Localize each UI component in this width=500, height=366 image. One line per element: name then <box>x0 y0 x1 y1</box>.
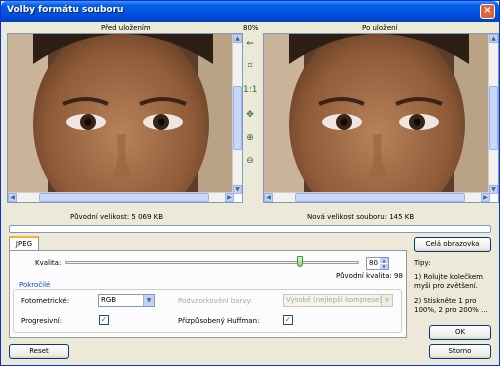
after-label: Po uložení <box>362 24 398 32</box>
cancel-button[interactable]: Storno <box>429 344 491 359</box>
subsampling-value: Vysoké (nejlepší komprese) <box>286 296 383 304</box>
photometric-select[interactable]: RGB ▼ <box>98 294 155 307</box>
vertical-scroll-thumb[interactable] <box>233 86 242 150</box>
quality-spinbox[interactable]: 80 ▲ ▼ <box>366 257 389 270</box>
fit-to-window-icon[interactable]: ⌗ <box>243 59 257 73</box>
arrow-left-icon[interactable]: ⇐ <box>243 37 257 51</box>
actual-size-icon[interactable]: 1:1 <box>243 83 257 97</box>
spin-down-icon[interactable]: ▼ <box>380 264 388 269</box>
original-size-text: Původní velikost: 5 069 KB <box>70 213 164 221</box>
after-vertical-scrollbar[interactable]: ▲ ▼ <box>488 34 498 194</box>
huffman-label: Přizpůsobený Huffman: <box>178 317 260 325</box>
tips-title: Tipy: <box>414 259 431 267</box>
before-image <box>8 34 234 194</box>
scroll-left-icon[interactable]: ◀ <box>8 193 17 202</box>
tip-2: 2) Stiskněte 1 pro 100%, 2 pro 200% ... <box>414 297 488 314</box>
original-quality-text: Původní kvalita: 98 <box>336 272 403 280</box>
fullscreen-button[interactable]: Celá obrazovka <box>414 237 491 252</box>
scroll-up-icon[interactable]: ▲ <box>489 34 498 43</box>
chevron-down-icon: ▼ <box>381 295 392 306</box>
before-label: Před uložením <box>101 24 151 32</box>
vertical-scroll-thumb[interactable] <box>489 86 498 150</box>
format-options-dialog: Volby formátu souboru × Před uložením 80… <box>0 0 500 366</box>
scroll-right-icon[interactable]: ▶ <box>225 193 234 202</box>
progressive-label: Progresivní: <box>21 317 63 325</box>
scroll-right-icon[interactable]: ▶ <box>481 193 490 202</box>
close-button[interactable]: × <box>480 4 495 19</box>
tab-jpeg[interactable]: JPEG <box>9 236 39 251</box>
quality-slider-track[interactable] <box>65 261 359 264</box>
after-preview[interactable]: ▲ ▼ ◀ ▶ <box>263 33 499 203</box>
pan-icon[interactable]: ✥ <box>243 108 257 122</box>
before-vertical-scrollbar[interactable]: ▲ ▼ <box>232 34 242 194</box>
zoom-out-icon[interactable]: ⊖ <box>243 154 257 168</box>
subsampling-label: Podvzorkování barvy: <box>178 297 253 305</box>
spin-up-icon[interactable]: ▲ <box>380 258 388 263</box>
advanced-group-title: Pokročilé <box>17 281 53 289</box>
subsampling-select: Vysoké (nejlepší komprese) ▼ <box>283 294 393 307</box>
photometric-value: RGB <box>101 296 117 304</box>
horizontal-scroll-thumb[interactable] <box>39 193 209 202</box>
horizontal-scroll-thumb[interactable] <box>295 193 465 202</box>
title-bar[interactable]: Volby formátu souboru × <box>1 1 499 22</box>
zoom-in-icon[interactable]: ⊕ <box>243 131 257 145</box>
quality-slider-thumb[interactable] <box>297 256 304 267</box>
quality-label: Kvalita: <box>35 259 62 267</box>
huffman-checkbox[interactable]: ✓ <box>283 315 293 325</box>
after-horizontal-scrollbar[interactable]: ◀ ▶ <box>264 192 490 202</box>
new-size-text: Nová velikost souboru: 145 KB <box>307 213 415 221</box>
window-title: Volby formátu souboru <box>7 5 124 15</box>
progress-bar <box>9 225 491 233</box>
before-preview[interactable]: ▲ ▼ ◀ ▶ <box>7 33 243 203</box>
after-image <box>264 34 490 194</box>
scroll-down-icon[interactable]: ▼ <box>233 185 242 194</box>
tip-1: 1) Rolujte kolečkem myši pro zvětšení. <box>414 273 483 290</box>
reset-button[interactable]: Reset <box>9 344 69 359</box>
quality-value: 80 <box>369 259 378 267</box>
scroll-left-icon[interactable]: ◀ <box>264 193 273 202</box>
zoom-level: 80% <box>243 24 259 32</box>
ok-button[interactable]: OK <box>429 325 491 340</box>
progressive-checkbox[interactable]: ✓ <box>99 315 109 325</box>
photometric-label: Fotometrické: <box>21 297 70 305</box>
chevron-down-icon[interactable]: ▼ <box>143 295 154 306</box>
scroll-up-icon[interactable]: ▲ <box>233 34 242 43</box>
before-horizontal-scrollbar[interactable]: ◀ ▶ <box>8 192 234 202</box>
scroll-down-icon[interactable]: ▼ <box>489 185 498 194</box>
